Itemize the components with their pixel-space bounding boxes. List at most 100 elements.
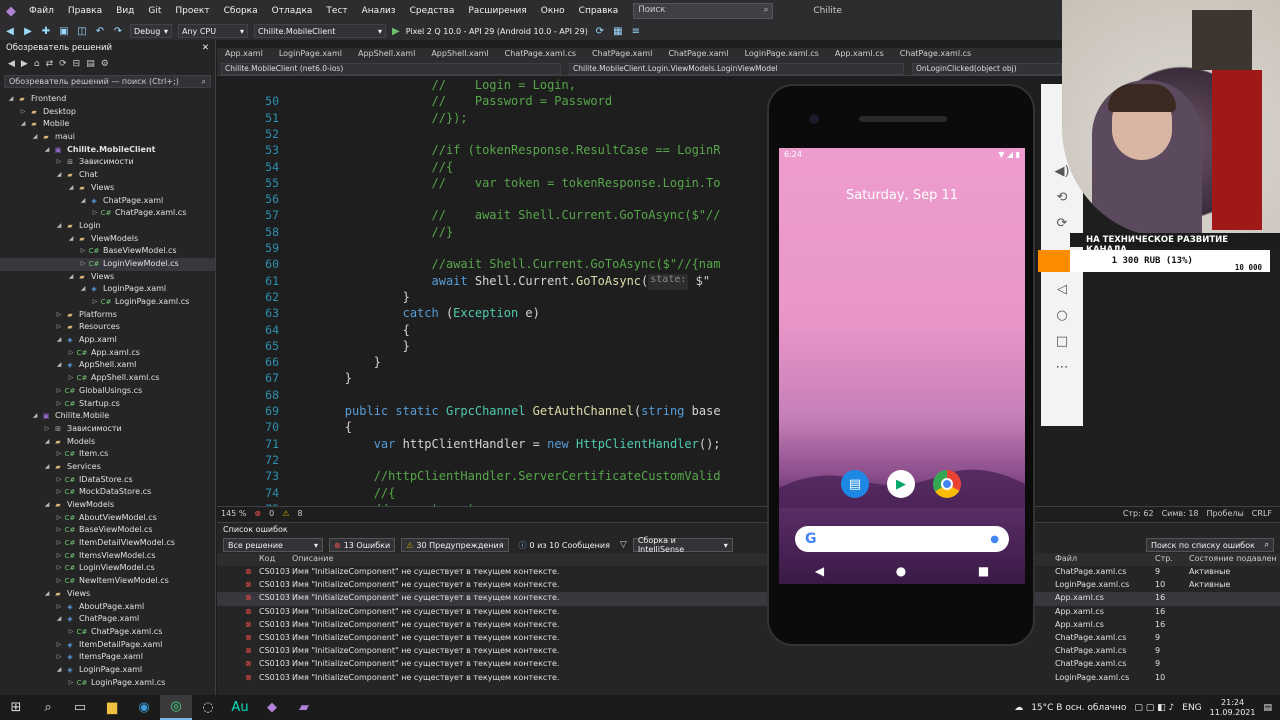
windows-start-icon[interactable]: ⊞ bbox=[0, 695, 32, 720]
collapsed-chevron-icon[interactable]: ▷ bbox=[54, 537, 64, 550]
menu-item[interactable]: Справка bbox=[572, 6, 626, 16]
expanded-chevron-icon[interactable]: ◢ bbox=[30, 131, 40, 144]
editor-tab[interactable]: LoginPage.xaml bbox=[271, 48, 350, 62]
rotate-right-icon[interactable]: ⟳ bbox=[1057, 216, 1068, 231]
tree-item[interactable]: ▷ C# LoginViewModel.cs bbox=[0, 257, 215, 271]
error-row[interactable]: ⊗ CS0103 Имя "InitializeComponent" не суще… bbox=[217, 606, 1280, 619]
tree-item[interactable]: ◢ ▰ Login bbox=[0, 220, 215, 233]
search-icon[interactable]: ⌕ bbox=[32, 695, 64, 720]
collapsed-chevron-icon[interactable]: ▷ bbox=[54, 651, 64, 664]
tree-item[interactable]: ◢ ▰ Views bbox=[0, 271, 215, 284]
expanded-chevron-icon[interactable]: ◢ bbox=[30, 410, 40, 423]
run-icon[interactable]: ▶ bbox=[392, 26, 400, 37]
collapsed-chevron-icon[interactable]: ▷ bbox=[54, 601, 64, 614]
editor-tab[interactable]: ChatPage.xaml.cs bbox=[892, 48, 979, 62]
menu-item[interactable]: Правка bbox=[61, 6, 109, 16]
tree-item[interactable]: ◢ ▰ ViewModels bbox=[0, 499, 215, 512]
google-search-bar[interactable]: G ● bbox=[795, 526, 1009, 552]
properties-icon[interactable]: ⚙ bbox=[101, 59, 109, 69]
code-line[interactable]: 60 //await Shell.Current.GoToAsync($"//{… bbox=[217, 257, 720, 273]
menu-item[interactable]: Тест bbox=[319, 6, 354, 16]
code-line[interactable]: 72 bbox=[217, 453, 287, 469]
collapsed-chevron-icon[interactable]: ▷ bbox=[90, 207, 100, 220]
tree-item[interactable]: ▷ ⊞ Зависимости bbox=[0, 423, 215, 436]
undo-icon[interactable]: ↶ bbox=[94, 26, 106, 37]
clock[interactable]: 21:24 11.09.2021 bbox=[1210, 698, 1256, 718]
code-line[interactable]: 57 // await Shell.Current.GoToAsync($"// bbox=[217, 208, 720, 224]
tree-item[interactable]: ▷ C# ChatPage.xaml.cs bbox=[0, 207, 215, 220]
collapsed-chevron-icon[interactable]: ▷ bbox=[54, 575, 64, 588]
messages-app-icon[interactable]: ▤ bbox=[841, 470, 869, 498]
back-icon[interactable]: ◀ bbox=[8, 59, 15, 69]
error-count[interactable]: 0 bbox=[269, 509, 274, 518]
scope-select[interactable]: Все решение ▾ bbox=[223, 538, 323, 552]
collapsed-chevron-icon[interactable]: ▷ bbox=[54, 562, 64, 575]
overview-icon[interactable]: □ bbox=[1056, 334, 1068, 349]
error-row[interactable]: ⊗ CS0103 Имя "InitializeComponent" не суще… bbox=[217, 579, 1280, 592]
tree-item[interactable]: ◢ ▰ Frontend bbox=[0, 93, 215, 106]
collapsed-chevron-icon[interactable]: ▷ bbox=[54, 309, 64, 322]
expanded-chevron-icon[interactable]: ◢ bbox=[42, 144, 52, 157]
tree-item[interactable]: ▷ ▰ Resources bbox=[0, 321, 215, 334]
tree-item[interactable]: ▷ ▰ Platforms bbox=[0, 309, 215, 322]
collapsed-chevron-icon[interactable]: ▷ bbox=[18, 106, 28, 119]
errors-filter-button[interactable]: ⊗ 13 Ошибки bbox=[329, 538, 396, 552]
code-line[interactable]: 71 var httpClientHandler = new HttpClien… bbox=[217, 437, 720, 453]
more-icon[interactable]: ⋯ bbox=[1056, 360, 1069, 375]
error-search-input[interactable]: Поиск по списку ошибок ⌕ bbox=[1146, 538, 1274, 552]
column-description[interactable]: Описание bbox=[292, 554, 333, 563]
sync-icon[interactable]: ⇄ bbox=[46, 59, 54, 69]
home-icon[interactable]: ⌂ bbox=[34, 59, 40, 69]
error-row[interactable]: ⊗ CS0103 Имя "InitializeComponent" не суще… bbox=[217, 619, 1280, 632]
code-line[interactable]: 62 } bbox=[217, 290, 410, 306]
weather-icon[interactable]: ☁ bbox=[1014, 703, 1023, 713]
code-line[interactable]: 56 bbox=[217, 192, 287, 208]
expanded-chevron-icon[interactable]: ◢ bbox=[6, 93, 16, 106]
home-icon[interactable]: ○ bbox=[1056, 308, 1067, 323]
visual-studio-icon[interactable]: ◆ bbox=[256, 695, 288, 720]
tree-item[interactable]: ▷ ◈ ItemsPage.xaml bbox=[0, 651, 215, 664]
tree-item[interactable]: ◢ ▣ Chilite.Mobile bbox=[0, 410, 215, 423]
code-line[interactable]: 69 public static GrpcChannel GetAuthChan… bbox=[217, 404, 720, 420]
code-line[interactable]: 58 //} bbox=[217, 225, 453, 241]
show-all-icon[interactable]: ▤ bbox=[86, 59, 95, 69]
emulator-screen[interactable]: 6:24 ▼ ◢ ▮ Saturday, Sep 11 ▤ ▶ G ● ◀ ● ■ bbox=[779, 148, 1025, 584]
code-line[interactable]: 74 //{ bbox=[217, 486, 395, 502]
hot-reload-icon[interactable]: ⟳ bbox=[594, 26, 606, 37]
menu-item[interactable]: Отладка bbox=[265, 6, 320, 16]
column-state[interactable]: Состояние подавлен bbox=[1189, 554, 1277, 563]
tree-item[interactable]: ▷ C# App.xaml.cs bbox=[0, 347, 215, 360]
collapsed-chevron-icon[interactable]: ▷ bbox=[54, 550, 64, 563]
error-row[interactable]: ⊗ CS0103 Имя "InitializeComponent" не суще… bbox=[217, 566, 1280, 579]
code-line[interactable]: 63 catch (Exception e) bbox=[217, 306, 540, 322]
warning-count[interactable]: 8 bbox=[297, 509, 302, 518]
collapsed-chevron-icon[interactable]: ▷ bbox=[54, 385, 64, 398]
error-row[interactable]: ⊗ CS0103 Имя "InitializeComponent" не суще… bbox=[217, 672, 1280, 685]
tree-item[interactable]: ◢ ▰ ViewModels bbox=[0, 233, 215, 246]
edge-icon[interactable]: ◉ bbox=[128, 695, 160, 720]
tree-item[interactable]: ▷ ⊞ Зависимости bbox=[0, 156, 215, 169]
tree-item[interactable]: ▷ C# Item.cs bbox=[0, 448, 215, 461]
menu-item[interactable]: Вид bbox=[109, 6, 141, 16]
audition-icon[interactable]: Au bbox=[224, 695, 256, 720]
expanded-chevron-icon[interactable]: ◢ bbox=[54, 220, 64, 233]
close-icon[interactable]: ✕ bbox=[202, 43, 209, 53]
tree-item[interactable]: ▷ C# GlobalUsings.cs bbox=[0, 385, 215, 398]
editor-tab[interactable]: ChatPage.xaml.cs bbox=[497, 48, 584, 62]
type-select[interactable]: Chilite.MobileClient.Login.ViewModels.Lo… bbox=[569, 62, 904, 75]
editor-tab[interactable]: ChatPage.xaml bbox=[660, 48, 736, 62]
tree-item[interactable]: ◢ ◈ ChatPage.xaml bbox=[0, 195, 215, 208]
app-icon[interactable]: ◎ bbox=[160, 695, 192, 720]
code-line[interactable]: 50 // Password = Password bbox=[217, 94, 612, 110]
tree-item[interactable]: ◢ ◈ App.xaml bbox=[0, 334, 215, 347]
tree-item[interactable]: ◢ ▰ Views bbox=[0, 588, 215, 601]
tree-item[interactable]: ▷ C# ItemDetailViewModel.cs bbox=[0, 537, 215, 550]
back-icon[interactable]: ◀ bbox=[4, 26, 16, 37]
menu-item[interactable]: Расширения bbox=[461, 6, 533, 16]
tree-item[interactable]: ▷ C# MockDataStore.cs bbox=[0, 486, 215, 499]
error-row[interactable]: ⊗ CS0103 Имя "InitializeComponent" не суще… bbox=[217, 592, 1280, 606]
collapsed-chevron-icon[interactable]: ▷ bbox=[54, 156, 64, 169]
warnings-filter-button[interactable]: ⚠ 30 Предупреждения bbox=[401, 538, 509, 552]
code-line[interactable]: 65 } bbox=[217, 339, 410, 355]
refresh-icon[interactable]: ⟳ bbox=[59, 59, 67, 69]
